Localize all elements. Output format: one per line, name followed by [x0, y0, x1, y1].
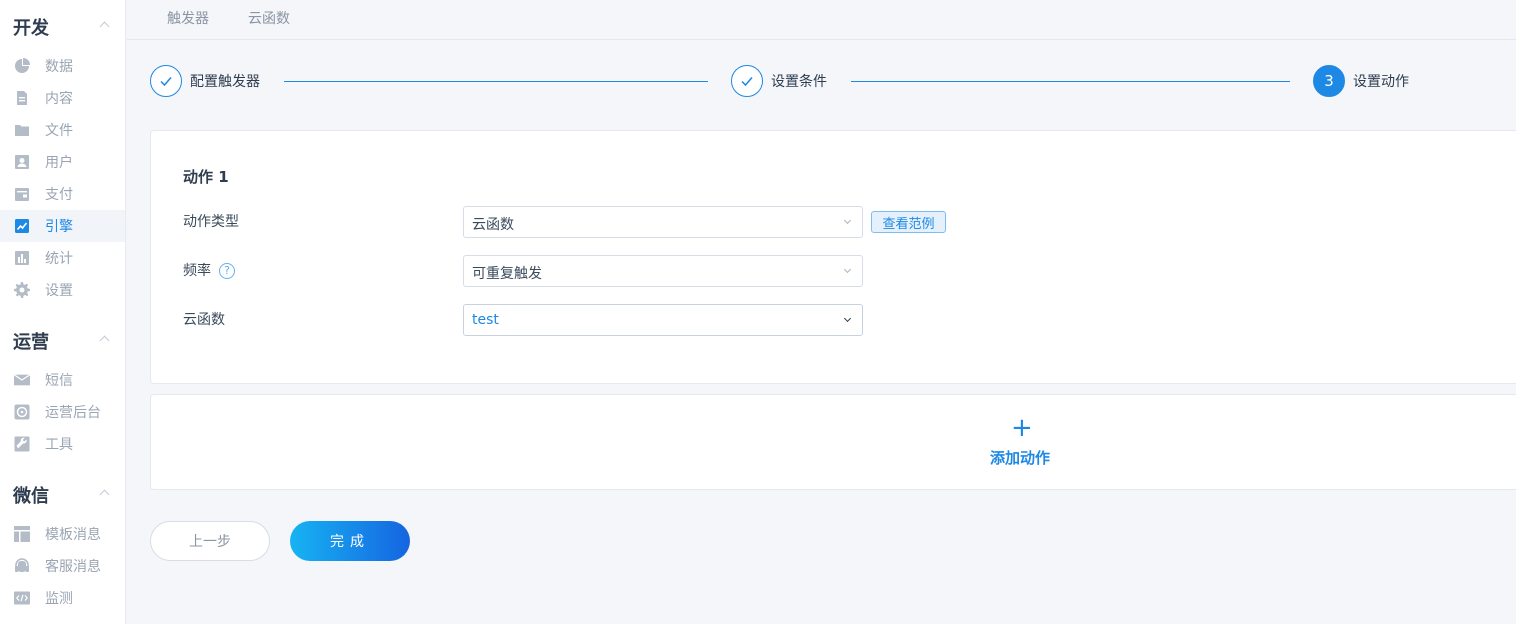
sidebar-item-content[interactable]: 内容 [0, 82, 125, 114]
cloud-function-select[interactable]: test [463, 304, 863, 336]
chevron-up-icon [99, 21, 110, 32]
sidebar-item-label: 设置 [45, 283, 73, 299]
select-value: test [472, 312, 499, 328]
step-label: 设置动作 [1353, 74, 1409, 90]
layout-icon [14, 526, 30, 542]
step-number: 3 [1313, 65, 1345, 97]
sidebar-item-label: 内容 [45, 91, 73, 107]
sidebar-item-label: 支付 [45, 187, 73, 203]
action-type-label: 动作类型 [183, 214, 239, 230]
add-action-label: 添加动作 [990, 449, 1051, 467]
section-header-develop[interactable]: 开发 [0, 14, 126, 44]
dashboard-icon [14, 404, 30, 420]
step-label: 设置条件 [771, 74, 827, 90]
sidebar-item-payment[interactable]: 支付 [0, 178, 125, 210]
section-title: 开发 [13, 18, 49, 39]
action-type-select[interactable]: 云函数 [463, 206, 863, 238]
document-icon [14, 90, 30, 106]
sidebar: 开发 数据 内容 文件 用户 支付 引擎 统计 设置 运营 短信 运营后台 工具… [0, 0, 126, 624]
sidebar-item-label: 文件 [45, 123, 73, 139]
section-header-wechat[interactable]: 微信 [0, 482, 126, 512]
step-connector [851, 81, 1290, 82]
action-card: 动作 1 动作类型 云函数 查看范例 频率 ? 可重复触发 云函数 test [150, 130, 1516, 384]
step-label: 配置触发器 [190, 74, 260, 90]
tab-cloud-functions[interactable]: 云函数 [248, 8, 290, 28]
chevron-down-icon [843, 314, 852, 323]
action-title: 动作 1 [183, 168, 229, 186]
sidebar-item-sms[interactable]: 短信 [0, 364, 125, 396]
cloud-function-label: 云函数 [183, 312, 225, 328]
sidebar-item-monitor[interactable]: 监测 [0, 582, 125, 614]
sidebar-item-support-messages[interactable]: 客服消息 [0, 550, 125, 582]
pie-chart-icon [14, 58, 30, 74]
step-done-icon [731, 65, 763, 97]
chevron-down-icon [843, 216, 852, 225]
code-icon [14, 590, 30, 606]
sidebar-item-label: 监测 [45, 591, 73, 607]
chevron-down-icon [843, 265, 852, 274]
headset-icon [14, 558, 30, 574]
user-card-icon [14, 154, 30, 170]
frequency-label: 频率 ? [183, 261, 235, 281]
frequency-select[interactable]: 可重复触发 [463, 255, 863, 287]
finish-button[interactable]: 完成 [290, 521, 410, 561]
sidebar-item-label: 数据 [45, 59, 73, 75]
view-example-button[interactable]: 查看范例 [871, 211, 946, 233]
section-title: 微信 [13, 486, 49, 507]
sidebar-item-label: 运营后台 [45, 405, 101, 421]
sidebar-item-engine[interactable]: 引擎 [0, 210, 125, 242]
sidebar-item-statistics[interactable]: 统计 [0, 242, 125, 274]
top-tabs: 触发器 云函数 [127, 0, 1516, 40]
sidebar-item-ops-console[interactable]: 运营后台 [0, 396, 125, 428]
tab-triggers[interactable]: 触发器 [167, 8, 209, 28]
step-connector [284, 81, 708, 82]
wallet-icon [14, 186, 30, 202]
sidebar-item-label: 引擎 [45, 219, 73, 235]
section-header-operations[interactable]: 运营 [0, 328, 126, 358]
sidebar-item-label: 短信 [45, 373, 73, 389]
sidebar-item-label: 模板消息 [45, 527, 101, 543]
sidebar-item-label: 统计 [45, 251, 73, 267]
chevron-up-icon [99, 335, 110, 346]
wrench-icon [14, 436, 30, 452]
sidebar-item-settings[interactable]: 设置 [0, 274, 125, 306]
sidebar-item-files[interactable]: 文件 [0, 114, 125, 146]
bar-chart-icon [14, 250, 30, 266]
add-action-button[interactable]: + 添加动作 [150, 394, 1516, 490]
checkmark-icon [741, 77, 753, 87]
checkmark-icon [160, 77, 172, 87]
sidebar-item-label: 工具 [45, 437, 73, 453]
step-done-icon [150, 65, 182, 97]
sidebar-item-data[interactable]: 数据 [0, 50, 125, 82]
sidebar-item-label: 客服消息 [45, 559, 101, 575]
previous-step-button[interactable]: 上一步 [150, 521, 270, 561]
sidebar-item-label: 用户 [45, 155, 73, 171]
trend-chart-icon [14, 218, 30, 234]
help-icon[interactable]: ? [219, 263, 235, 279]
select-value: 可重复触发 [472, 266, 542, 282]
folder-icon [14, 122, 30, 138]
section-title: 运营 [13, 332, 49, 353]
sidebar-item-template-messages[interactable]: 模板消息 [0, 518, 125, 550]
frequency-label-text: 频率 [183, 263, 211, 279]
chevron-up-icon [99, 489, 110, 500]
envelope-icon [14, 372, 30, 388]
plus-icon: + [1011, 413, 1033, 443]
select-value: 云函数 [472, 217, 514, 233]
gear-icon [14, 282, 30, 298]
sidebar-item-users[interactable]: 用户 [0, 146, 125, 178]
sidebar-item-tools[interactable]: 工具 [0, 428, 125, 460]
